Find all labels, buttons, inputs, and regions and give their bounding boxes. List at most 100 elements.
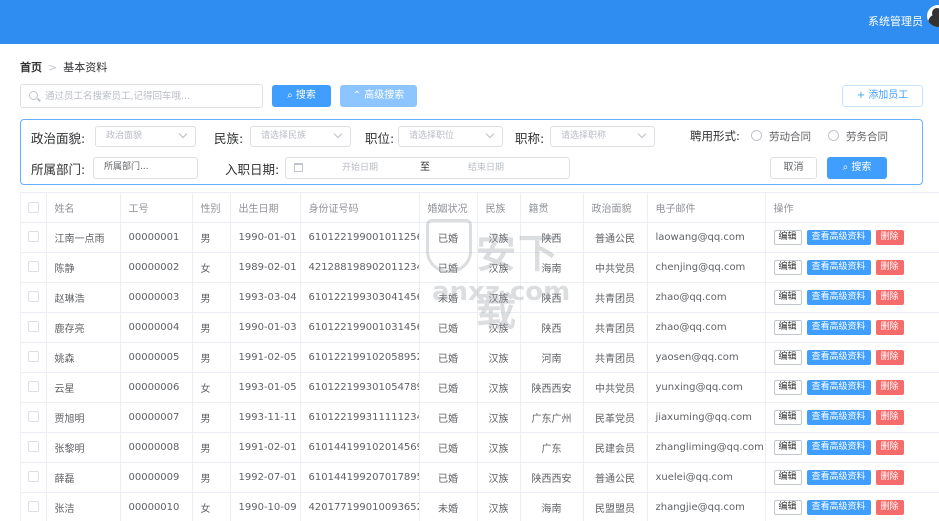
- view-details-button[interactable]: 查看高级资料: [806, 319, 871, 335]
- row-checkbox[interactable]: [27, 261, 39, 273]
- view-details-button[interactable]: 查看高级资料: [806, 439, 871, 455]
- position-select[interactable]: 请选择职位: [398, 126, 503, 147]
- edit-button[interactable]: 编辑: [773, 289, 802, 305]
- row-select-cell[interactable]: [21, 342, 47, 373]
- view-details-button[interactable]: 查看高级资料: [806, 229, 871, 245]
- row-checkbox[interactable]: [27, 321, 39, 333]
- row-select-cell[interactable]: [21, 402, 47, 433]
- add-employee-button[interactable]: + 添加员工: [842, 85, 923, 107]
- delete-button[interactable]: 删除: [875, 349, 904, 365]
- table-row[interactable]: 薛磊 00000009 男 1992-07-01 610144199207017895 已…: [21, 462, 939, 493]
- delete-button[interactable]: 删除: [875, 259, 904, 275]
- row-checkbox[interactable]: [27, 351, 39, 363]
- cell-id: 00000001: [120, 222, 193, 253]
- table-row[interactable]: 贾旭明 00000007 男 1993-11-11 610122199311111234…: [21, 402, 939, 433]
- delete-button[interactable]: 删除: [875, 379, 904, 395]
- edit-button[interactable]: 编辑: [773, 349, 802, 365]
- view-details-button[interactable]: 查看高级资料: [806, 379, 871, 395]
- cell-gender: 女: [192, 492, 231, 521]
- table-row[interactable]: 江南一点雨 00000001 男 1990-01-01 6101221990010112…: [21, 222, 939, 253]
- cell-birth: 1990-01-01: [230, 222, 301, 253]
- cell-marital: 已婚: [419, 462, 478, 493]
- hire-date-range-picker[interactable]: 开始日期 至 结束日期: [285, 157, 570, 179]
- edit-button[interactable]: 编辑: [773, 319, 802, 335]
- column-header-gender: 性别: [192, 193, 231, 223]
- employee-search-field[interactable]: [20, 84, 263, 108]
- select-all-cell[interactable]: [21, 193, 47, 223]
- edit-button[interactable]: 编辑: [773, 499, 802, 515]
- row-checkbox[interactable]: [27, 381, 39, 393]
- row-checkbox[interactable]: [27, 441, 39, 453]
- view-details-button[interactable]: 查看高级资料: [806, 289, 871, 305]
- table-row[interactable]: 张黎明 00000008 男 1991-02-01 610144199102014569…: [21, 432, 939, 463]
- cell-name: 薛磊: [46, 462, 121, 493]
- delete-button[interactable]: 删除: [875, 319, 904, 335]
- table-row[interactable]: 陈静 00000002 女 1989-02-01 421288198902011234 已…: [21, 252, 939, 283]
- delete-button[interactable]: 删除: [875, 499, 904, 515]
- edit-button[interactable]: 编辑: [773, 259, 802, 275]
- user-name[interactable]: 系统管理员: [868, 13, 923, 29]
- advanced-search-panel: 政治面貌: 政治面貌 民族: 请选择民族 职位: 请选择职位 职称: 请选择职称…: [20, 119, 923, 185]
- table-row[interactable]: 张洁 00000010 女 1990-10-09 420177199010093652 未…: [21, 492, 939, 521]
- delete-button[interactable]: 删除: [875, 229, 904, 245]
- cancel-button[interactable]: 取消: [770, 157, 817, 179]
- row-select-cell[interactable]: [21, 222, 47, 253]
- column-header-id: 工号: [120, 193, 193, 223]
- view-details-button[interactable]: 查看高级资料: [806, 499, 871, 515]
- filter-search-button[interactable]: ⌕ 搜索: [827, 157, 887, 179]
- row-checkbox[interactable]: [27, 411, 39, 423]
- department-input[interactable]: 所属部门...: [93, 157, 198, 179]
- cell-email: zhangjie@qq.com: [647, 492, 766, 521]
- view-details-button[interactable]: 查看高级资料: [806, 469, 871, 485]
- view-details-button[interactable]: 查看高级资料: [806, 349, 871, 365]
- table-row[interactable]: 赵琳浩 00000003 男 1993-03-04 610122199303041456…: [21, 282, 939, 313]
- nation-select[interactable]: 请选择民族: [250, 126, 351, 147]
- employ-type-radio-labor[interactable]: [751, 130, 762, 141]
- row-select-cell[interactable]: [21, 252, 47, 283]
- cell-political: 普通公民: [583, 462, 648, 493]
- edit-button[interactable]: 编辑: [773, 229, 802, 245]
- row-checkbox[interactable]: [27, 291, 39, 303]
- advanced-search-button[interactable]: ⌃ 高级搜索: [340, 85, 417, 107]
- edit-button[interactable]: 编辑: [773, 379, 802, 395]
- row-checkbox[interactable]: [27, 471, 39, 483]
- delete-button[interactable]: 删除: [875, 289, 904, 305]
- avatar[interactable]: [927, 5, 939, 27]
- cell-name: 鹿存亮: [46, 312, 121, 343]
- table-row[interactable]: 姚森 00000005 男 1991-02-05 610122199102058952 已…: [21, 342, 939, 373]
- breadcrumb-home[interactable]: 首页: [20, 61, 42, 74]
- search-button[interactable]: ⌕ 搜索: [272, 85, 331, 107]
- title-select[interactable]: 请选择职称: [550, 126, 655, 147]
- employ-type-option-service[interactable]: 劳务合同: [846, 129, 888, 144]
- row-checkbox[interactable]: [27, 501, 39, 513]
- select-all-checkbox[interactable]: [27, 201, 39, 213]
- employ-type-option-labor[interactable]: 劳动合同: [769, 129, 811, 144]
- row-select-cell[interactable]: [21, 372, 47, 403]
- table-row[interactable]: 鹿存亮 00000004 男 1990-01-03 610122199001031456…: [21, 312, 939, 343]
- row-select-cell[interactable]: [21, 492, 47, 521]
- view-details-button[interactable]: 查看高级资料: [806, 409, 871, 425]
- start-date-input[interactable]: 开始日期: [342, 158, 378, 178]
- table-row[interactable]: 云星 00000006 女 1993-01-05 610122199301054789 已…: [21, 372, 939, 403]
- edit-button[interactable]: 编辑: [773, 469, 802, 485]
- cell-political: 共青团员: [583, 282, 648, 313]
- edit-button[interactable]: 编辑: [773, 409, 802, 425]
- political-select[interactable]: 政治面貌: [95, 126, 196, 147]
- cell-political: 中共党员: [583, 372, 648, 403]
- employee-search-input[interactable]: [45, 88, 255, 104]
- delete-button[interactable]: 删除: [875, 439, 904, 455]
- row-select-cell[interactable]: [21, 312, 47, 343]
- end-date-input[interactable]: 结束日期: [468, 158, 504, 178]
- top-header-bar: 系统管理员: [0, 0, 939, 44]
- delete-button[interactable]: 删除: [875, 469, 904, 485]
- row-checkbox[interactable]: [27, 231, 39, 243]
- cell-nation: 汉族: [477, 492, 521, 521]
- row-select-cell[interactable]: [21, 432, 47, 463]
- row-select-cell[interactable]: [21, 282, 47, 313]
- view-details-button[interactable]: 查看高级资料: [806, 259, 871, 275]
- delete-button[interactable]: 删除: [875, 409, 904, 425]
- cell-native: 海南: [520, 252, 584, 283]
- row-select-cell[interactable]: [21, 462, 47, 493]
- edit-button[interactable]: 编辑: [773, 439, 802, 455]
- employ-type-radio-service[interactable]: [828, 130, 839, 141]
